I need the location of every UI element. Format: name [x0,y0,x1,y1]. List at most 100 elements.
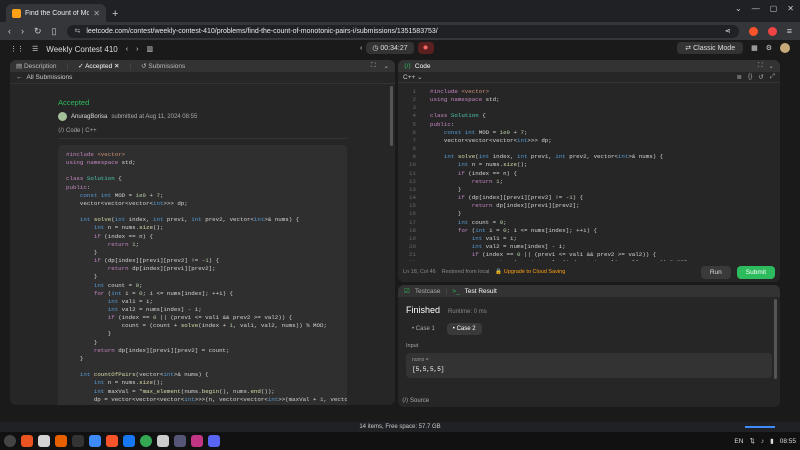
submitted-code[interactable]: #include <vector> using namespace std; c… [58,145,347,405]
language-label: C++ [85,128,97,134]
tab-code[interactable]: Code [415,63,431,70]
scrollbar[interactable] [390,86,393,146]
terminal-icon[interactable] [72,435,84,447]
tab-title: Find the Count of Monotoni... [25,9,90,17]
bookmark-icon[interactable]: ▯ [52,26,57,37]
app-icon[interactable] [174,435,186,447]
debug-icon[interactable]: ✹ [417,42,434,54]
browser-tab[interactable]: Find the Count of Monotoni... ✕ [6,4,106,22]
more-icon[interactable]: ⌄ [384,62,389,70]
zoom-slider[interactable] [745,426,775,428]
more-icon[interactable]: ⌄ [769,62,774,70]
address-bar-row: ‹ › ↻ ▯ ⇆ leetcode.com/contest/weekly-co… [0,22,800,40]
tab-test-result[interactable]: Test Result [465,288,497,295]
contest-title[interactable]: Weekly Contest 410 [46,45,117,54]
layout-icon[interactable]: ⋮⋮ [10,45,24,53]
media-icon[interactable] [191,435,203,447]
timer-prev-icon[interactable]: ‹ [360,45,362,52]
volume-icon[interactable]: ♪ [761,438,764,445]
url-text: leetcode.com/contest/weekly-contest-410/… [86,27,438,35]
all-submissions-link[interactable]: ← All Submissions [10,72,395,84]
clock[interactable]: 08:55 [780,438,796,445]
maximize-icon[interactable]: ▢ [770,4,778,13]
code-language-row: ⟨/⟩ Code | C++ [58,127,347,139]
input-var-name: nums = [412,357,429,363]
forward-icon[interactable]: › [21,26,24,36]
brave-icon[interactable] [106,435,118,447]
reset-icon[interactable]: ↺ [758,73,763,81]
text-editor-icon[interactable] [38,435,50,447]
source-label: Source [410,398,430,404]
chevron-down-icon[interactable]: ⌄ [735,4,742,13]
battery-icon[interactable]: ▮ [770,437,774,445]
prev-problem-icon[interactable]: ‹ [126,46,128,53]
expand-icon[interactable]: ⛶ [758,62,763,70]
url-input[interactable]: ⇆ leetcode.com/contest/weekly-contest-41… [66,24,739,38]
scrollbar[interactable] [774,299,777,379]
case-2-label: Case 2 [456,326,476,332]
layout-grid-icon[interactable]: ▦ [751,44,758,52]
runtime: Runtime: 0 ms [448,309,487,315]
vscode-icon[interactable] [89,435,101,447]
share-icon[interactable]: ⋖ [725,27,731,35]
upgrade-link[interactable]: 🔒 Upgrade to Cloud Saving [495,269,565,275]
user-avatar[interactable] [58,112,67,121]
avatar[interactable] [780,43,790,53]
browser-tab-bar: Find the Count of Monotoni... ✕ + ⌄ — ▢ … [0,0,800,22]
test-tabs: ☑ Testcase | >_ Test Result [398,285,780,297]
input-box: nums = [5,5,5,5] [406,353,772,378]
back-icon[interactable]: ‹ [8,26,11,36]
file-manager-status: 14 items, Free space: 57.7 GB [0,422,800,432]
chrome-icon[interactable] [140,435,152,447]
checkbox-icon: ☑ [404,288,410,295]
contest-list-icon[interactable]: ☰ [32,45,38,53]
settings-icon[interactable]: ⚙ [766,44,772,52]
editor-source[interactable]: #include <vector> using namespace std; c… [420,83,691,261]
run-button[interactable]: Run [700,265,731,279]
fullscreen-icon[interactable]: ⤢ [770,73,775,81]
app-store-icon[interactable] [123,435,135,447]
files-icon[interactable] [21,435,33,447]
tab-accepted[interactable]: ✓ Accepted ✕ [78,62,119,70]
arrow-left-icon: ← [16,74,23,81]
braces-icon[interactable]: {} [748,73,752,81]
discord-icon[interactable] [208,435,220,447]
upgrade-label: Upgrade to Cloud Saving [503,269,566,275]
minimize-icon[interactable]: — [752,4,760,13]
left-tabs: ▤ Description | ✓ Accepted ✕ | ↺ Submiss… [10,60,395,72]
next-problem-icon[interactable]: › [136,46,138,53]
reload-icon[interactable]: ↻ [34,26,42,37]
divider: | [66,62,69,70]
author-name[interactable]: AnuragBorisa [71,114,107,120]
submitted-time: submitted at Aug 11, 2024 08:55 [111,113,198,120]
input-label: Input [406,343,419,349]
keyboard-lang[interactable]: EN [734,438,743,445]
source-toggle[interactable]: ⟨/⟩ Source [402,397,429,404]
app-launcher-icon[interactable] [4,435,16,447]
expand-icon[interactable]: ⛶ [371,62,376,70]
close-icon[interactable]: ✕ [93,9,100,18]
case-1-tab[interactable]: • Case 1 [406,323,441,335]
terminal-icon: >_ [452,287,460,295]
brave-shield-icon[interactable] [748,26,758,36]
site-info-icon[interactable]: ⇆ [75,27,81,35]
case-2-tab[interactable]: • Case 2 [446,323,482,335]
classic-mode-button[interactable]: ⇄ Classic Mode [677,42,744,54]
tab-description[interactable]: ▤ Description [16,62,56,70]
close-window-icon[interactable]: ✕ [787,4,794,13]
network-icon[interactable]: ⇅ [749,437,754,445]
window-controls: ⌄ — ▢ ✕ [735,4,794,13]
stats-icon[interactable]: ▥ [146,45,153,53]
new-tab-button[interactable]: + [112,8,118,20]
tab-submissions[interactable]: ↺ Submissions [141,62,185,70]
code-editor[interactable]: 1 2 3 4 5 6 7 8 9 10 11 12 13 14 15 16 1… [398,83,780,261]
language-select[interactable]: C++ ⌄ [403,73,423,81]
notes-icon[interactable]: ≣ [737,73,742,81]
menu-icon[interactable]: ≡ [787,26,792,36]
submit-button[interactable]: Submit [736,265,775,279]
firefox-icon[interactable] [55,435,67,447]
rewards-icon[interactable] [767,26,777,36]
settings-app-icon[interactable] [157,435,169,447]
panel-tools: ⛶ ⌄ [371,62,389,70]
tab-testcase[interactable]: Testcase [415,288,441,295]
